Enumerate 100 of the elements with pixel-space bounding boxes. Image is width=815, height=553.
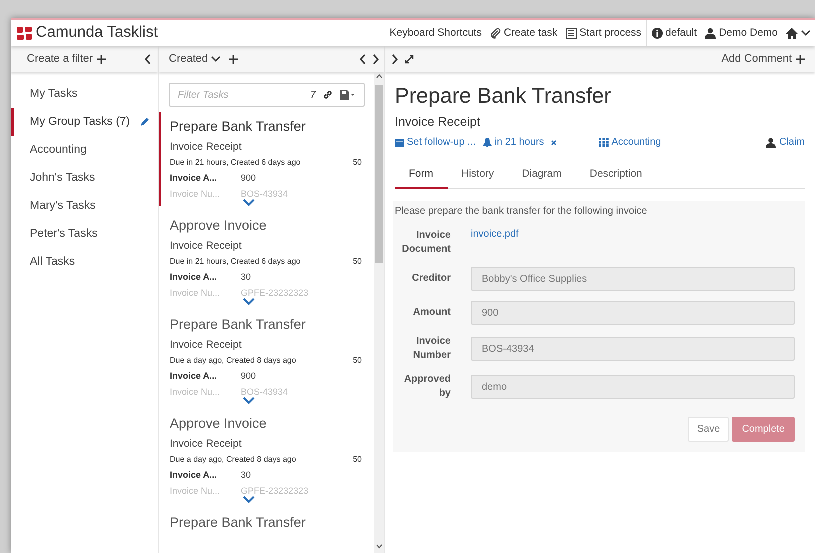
- info-icon: [652, 28, 663, 38]
- header-link[interactable]: Keyboard Shortcuts: [386, 20, 486, 46]
- tab[interactable]: Diagram: [508, 162, 576, 189]
- process-name: Invoice Receipt: [170, 339, 243, 351]
- task-card[interactable]: Prepare Bank Transfer Invoice Receipt Due a day ago, Created 8 days ago 50 Invoice A... 900 Invoice Nu... BOS-43934: [159, 310, 374, 404]
- variable-label: Invoice Nu...: [170, 288, 222, 298]
- expand-icon[interactable]: [243, 199, 255, 206]
- expand-icon[interactable]: [372, 54, 380, 64]
- logo-icon: [17, 26, 32, 40]
- expand-icon[interactable]: [243, 298, 255, 305]
- due-text: Due a day ago, Created 8 days ago: [170, 455, 296, 464]
- filter-item[interactable]: Peter's Tasks: [11, 220, 158, 248]
- variable-value: BOS-43934: [241, 189, 288, 199]
- bell-icon: [482, 138, 492, 148]
- process-name: Invoice Receipt: [170, 438, 243, 450]
- task-card[interactable]: Approve Invoice Invoice Receipt Due a day ago, Created 8 days ago 50 Invoice A... 30 Invoice Nu... GPFE-23232323: [159, 409, 374, 503]
- tab[interactable]: History: [448, 162, 508, 189]
- variable-value: BOS-43934: [241, 387, 288, 397]
- header-link[interactable]: Demo Demo: [701, 20, 782, 46]
- form-description: Please prepare the bank transfer for the following invoice: [395, 206, 648, 217]
- claim-link[interactable]: Claim: [766, 137, 805, 148]
- due-text: Due a day ago, Created 8 days ago: [170, 356, 296, 365]
- variable-label: Invoice Nu...: [170, 486, 222, 496]
- variable-value: 900: [241, 173, 256, 183]
- expand-icon[interactable]: [391, 54, 399, 64]
- variable-value: 30: [241, 470, 252, 480]
- pencil-icon[interactable]: [140, 117, 150, 127]
- add-sort-icon[interactable]: [229, 54, 238, 64]
- process-name: Invoice Receipt: [395, 115, 482, 129]
- field-label: Creditor: [411, 272, 451, 286]
- field-label: Amount: [412, 306, 451, 320]
- calendar-icon: [395, 138, 404, 147]
- variable-value: GPFE-23232323: [241, 486, 309, 496]
- field-label: Approved by: [403, 373, 451, 401]
- priority: 50: [353, 158, 362, 167]
- priority: 50: [353, 257, 362, 266]
- priority: 50: [353, 356, 362, 365]
- task-card[interactable]: Prepare Bank Transfer: [159, 508, 374, 537]
- task-name: Prepare Bank Transfer: [170, 515, 307, 530]
- scroll-down-icon[interactable]: [376, 544, 382, 549]
- variable-value: 900: [241, 371, 256, 381]
- expand-icon[interactable]: [243, 397, 255, 404]
- task-card[interactable]: Approve Invoice Invoice Receipt Due in 21 hours, Created 6 days ago 50 Invoice A... 30 Invoice Nu... GPFE-23232323: [159, 211, 374, 305]
- task-count: 7: [310, 90, 316, 100]
- maximize-icon[interactable]: [405, 54, 414, 64]
- header-link[interactable]: Start process: [562, 20, 646, 46]
- task-name: Approve Invoice: [170, 416, 268, 431]
- task-action-link[interactable]: in 21 hours: [482, 137, 544, 148]
- filter-tasks-input[interactable]: Filter Tasks: [178, 90, 304, 100]
- scrollbar-thumb[interactable]: [375, 85, 383, 263]
- variable-label: Invoice Nu...: [170, 189, 222, 199]
- plus-icon: [796, 54, 805, 64]
- priority: 50: [353, 455, 362, 464]
- filter-label: My Group Tasks (7): [30, 116, 130, 128]
- filter-item[interactable]: My Tasks: [11, 80, 158, 108]
- task-name: Approve Invoice: [170, 218, 268, 233]
- field-label: Invoice Number: [412, 335, 451, 363]
- add-comment-button[interactable]: Add Comment: [722, 53, 805, 65]
- variable-label: Invoice A...: [170, 371, 218, 381]
- filter-item[interactable]: My Group Tasks (7): [11, 108, 158, 136]
- filter-item[interactable]: Mary's Tasks: [11, 192, 158, 220]
- process-name: Invoice Receipt: [170, 141, 243, 153]
- collapse-icon[interactable]: [144, 54, 152, 64]
- link-icon[interactable]: [323, 90, 333, 100]
- variable-label: Invoice A...: [170, 272, 218, 282]
- tab[interactable]: Form: [395, 162, 448, 189]
- filter-label: John's Tasks: [30, 172, 96, 184]
- task-action-link[interactable]: Set follow-up ...: [395, 137, 476, 148]
- save-menu-icon[interactable]: [340, 90, 356, 100]
- filter-item[interactable]: Accounting: [11, 136, 158, 164]
- due-text: Due in 21 hours, Created 6 days ago: [170, 158, 301, 167]
- collapse-icon[interactable]: [359, 54, 367, 64]
- user-icon: [705, 28, 716, 38]
- filter-label: Mary's Tasks: [30, 200, 96, 212]
- task-name: Prepare Bank Transfer: [170, 317, 307, 332]
- user-icon: [766, 138, 776, 148]
- filter-tasks-field[interactable]: Filter Tasks 7: [169, 83, 365, 107]
- filter-item[interactable]: All Tasks: [11, 248, 158, 276]
- expand-icon[interactable]: [243, 496, 255, 503]
- process-name: Invoice Receipt: [170, 240, 243, 252]
- app-title: Camunda Tasklist: [36, 24, 158, 42]
- remove-icon[interactable]: [551, 140, 558, 146]
- task-name: Prepare Bank Transfer: [170, 119, 307, 134]
- sort-button[interactable]: Created: [169, 53, 222, 65]
- tab[interactable]: Description: [576, 162, 656, 189]
- due-text: Due in 21 hours, Created 6 days ago: [170, 257, 301, 266]
- filter-label: Peter's Tasks: [30, 228, 98, 240]
- variable-value: GPFE-23232323: [241, 288, 309, 298]
- task-title: Prepare Bank Transfer: [395, 84, 612, 109]
- filter-item[interactable]: John's Tasks: [11, 164, 158, 192]
- plus-icon: [97, 54, 106, 64]
- scroll-up-icon[interactable]: [376, 74, 382, 79]
- task-action-link[interactable]: Accounting: [598, 137, 662, 148]
- variable-value: 30: [241, 272, 252, 282]
- grid-icon: [598, 138, 609, 147]
- header-link[interactable]: Create task: [486, 20, 562, 46]
- field-label: Invoice Document: [401, 229, 451, 257]
- list-icon: [566, 28, 577, 38]
- variable-label: Invoice A...: [170, 173, 218, 183]
- document-link[interactable]: invoice.pdf: [471, 229, 795, 240]
